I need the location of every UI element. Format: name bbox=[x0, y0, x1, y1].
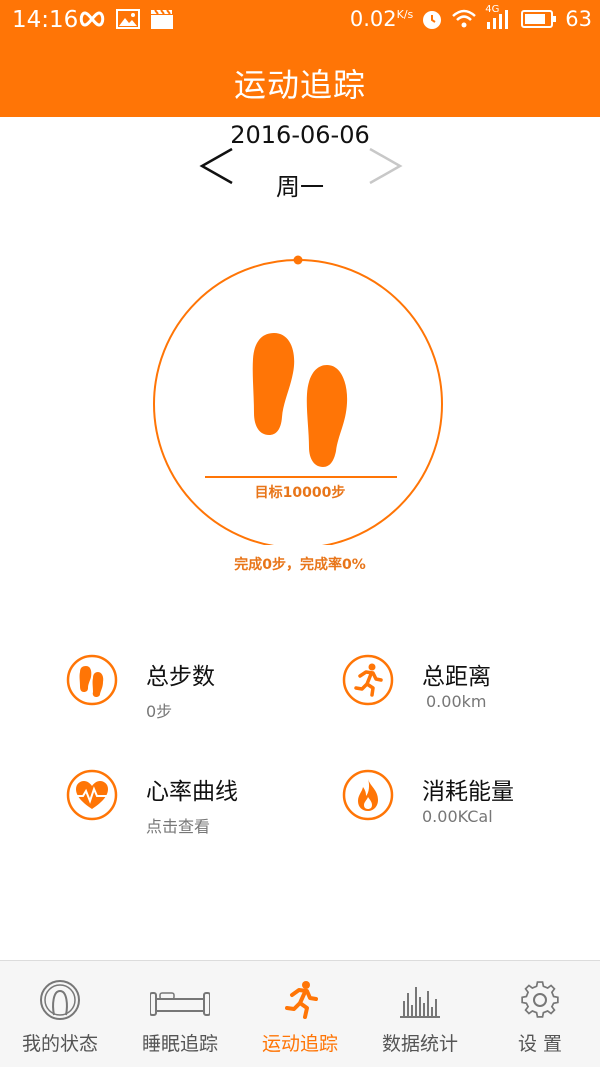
stat-value: 点击查看 bbox=[146, 817, 211, 836]
tab-sleep-tracking[interactable]: 睡眠追踪 bbox=[120, 961, 240, 1067]
tab-label: 数据统计 bbox=[381, 1033, 458, 1055]
completion-text: 完成0步，完成率0% bbox=[234, 557, 366, 573]
battery-level: 63 bbox=[565, 7, 592, 31]
stat-total-steps[interactable]: 总步数 0步 bbox=[66, 652, 296, 732]
tab-settings[interactable]: 设 置 bbox=[480, 961, 600, 1067]
stat-title: 总距离 bbox=[422, 664, 491, 690]
stat-value: 0步 bbox=[146, 702, 173, 721]
tab-label: 运动追踪 bbox=[261, 1033, 338, 1055]
tab-my-status[interactable]: 我的状态 bbox=[0, 961, 120, 1067]
alarm-icon bbox=[423, 11, 442, 29]
progress-marker bbox=[293, 255, 303, 265]
date-navigator: 2016-06-06 周一 bbox=[0, 117, 600, 207]
status-bar: 14:16 0.02K/s 4G 63 bbox=[0, 0, 600, 42]
network-type: 4G bbox=[485, 4, 513, 30]
tab-data-stats[interactable]: 数据统计 bbox=[360, 961, 480, 1067]
status-time: 14:16 bbox=[12, 7, 79, 33]
tab-label: 睡眠追踪 bbox=[141, 1033, 218, 1055]
bed-icon bbox=[150, 992, 210, 1016]
image-icon bbox=[116, 9, 140, 29]
footprints-icon bbox=[252, 333, 348, 467]
stat-value: 0.00km bbox=[426, 692, 487, 711]
signal-icon bbox=[487, 10, 509, 29]
stat-heart-rate[interactable]: 心率曲线 点击查看 bbox=[66, 767, 296, 847]
gear-icon bbox=[521, 981, 559, 1018]
current-date: 2016-06-06 bbox=[230, 121, 370, 149]
status-icons-right: 0.02K/s 4G 63 bbox=[349, 4, 592, 31]
battery-icon bbox=[521, 10, 557, 28]
stat-value: 0.00KCal bbox=[422, 807, 493, 826]
status-icons-left bbox=[78, 8, 174, 30]
footprint-icon bbox=[66, 654, 118, 706]
bars-icon bbox=[400, 987, 440, 1018]
status-icon bbox=[40, 980, 80, 1020]
goal-divider bbox=[205, 476, 397, 478]
prev-day-button[interactable] bbox=[196, 139, 238, 189]
page-title: 运动追踪 bbox=[233, 66, 366, 104]
flame-icon bbox=[342, 769, 394, 821]
tab-label: 设 置 bbox=[517, 1033, 563, 1055]
tab-label: 我的状态 bbox=[21, 1033, 98, 1055]
bottom-tab-bar: 我的状态 睡眠追踪 运动追踪 数据统计 设 置 bbox=[0, 960, 600, 1067]
next-day-button[interactable] bbox=[364, 139, 406, 189]
wifi-icon bbox=[452, 9, 477, 28]
runner-icon bbox=[342, 654, 394, 706]
infinity-icon bbox=[79, 11, 105, 27]
net-speed: 0.02K/s bbox=[349, 7, 414, 31]
stat-title: 总步数 bbox=[146, 664, 215, 690]
stat-title: 消耗能量 bbox=[422, 779, 514, 805]
heart-rate-icon bbox=[66, 769, 118, 821]
stat-energy[interactable]: 消耗能量 0.00KCal bbox=[342, 767, 572, 847]
runner-icon bbox=[285, 981, 318, 1019]
current-weekday: 周一 bbox=[276, 173, 324, 201]
stat-title: 心率曲线 bbox=[146, 779, 238, 805]
stat-total-distance[interactable]: 总距离 0.00km bbox=[342, 652, 572, 732]
tab-sport-tracking[interactable]: 运动追踪 bbox=[240, 961, 360, 1067]
app-bar: 运动追踪 bbox=[0, 42, 600, 117]
clapper-icon bbox=[151, 9, 173, 29]
goal-text: 目标10000步 bbox=[254, 485, 346, 501]
progress-circle bbox=[153, 259, 443, 545]
